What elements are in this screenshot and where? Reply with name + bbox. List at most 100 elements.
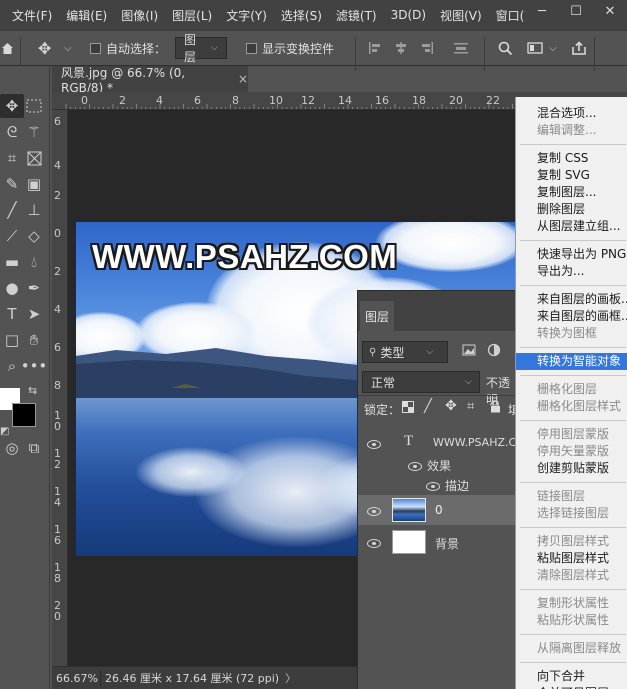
context-menu-item[interactable]: 混合选项... <box>516 105 627 122</box>
context-menu-item[interactable]: 转换为智能对象 <box>516 353 627 370</box>
path-select-icon[interactable]: ➤ <box>22 302 46 326</box>
more-tools-icon[interactable]: ••• <box>21 354 48 378</box>
context-menu-item[interactable]: 拷贝图层样式 <box>516 533 627 550</box>
visibility-eye-icon[interactable] <box>367 505 381 519</box>
hand-tool-icon[interactable]: ✋︎ <box>22 328 46 352</box>
context-menu-item[interactable]: 停用矢量蒙版 <box>516 443 627 460</box>
context-menu-item[interactable]: 栅格化图层 <box>516 381 627 398</box>
history-brush-icon[interactable]: ⟋ <box>0 224 24 248</box>
background-color-swatch[interactable] <box>12 403 36 427</box>
magic-wand-icon[interactable]: ⚚ <box>22 120 46 144</box>
lock-artboard-icon[interactable]: ⌗ <box>467 399 474 414</box>
context-menu-item[interactable]: 粘贴形状属性 <box>516 612 627 629</box>
swap-colors-icon[interactable]: ⇆ <box>28 384 37 397</box>
close-icon[interactable]: ✕ <box>593 0 627 22</box>
auto-select-target-dropdown[interactable]: 图层 ⌵ <box>175 33 227 64</box>
layer-effect-row[interactable]: 描边 <box>358 475 518 495</box>
visibility-eye-icon[interactable] <box>426 480 440 494</box>
tab-layers[interactable]: 图层 <box>360 301 394 331</box>
context-menu-item[interactable]: 编辑调整... <box>516 122 627 139</box>
menu-3d[interactable]: 3D(D) <box>384 8 433 22</box>
menu-filter[interactable]: 滤镜(T) <box>329 7 384 24</box>
auto-select-checkbox[interactable] <box>90 31 101 65</box>
menu-image[interactable]: 图像(I) <box>114 7 165 24</box>
context-menu-item[interactable]: 复制 SVG <box>516 167 627 184</box>
move-tool-icon[interactable]: ✥ <box>0 94 24 118</box>
lock-all-icon[interactable] <box>490 400 501 416</box>
context-menu-item[interactable]: 选择链接图层 <box>516 505 627 522</box>
layer-row[interactable]: 背景 <box>358 527 518 557</box>
visibility-eye-icon[interactable] <box>367 438 381 452</box>
ruler-vertical[interactable]: 6 4 2 0 2 4 6 8 1 0 1 2 1 4 1 6 1 8 2 0 <box>52 110 68 666</box>
align-center-icon[interactable] <box>394 31 408 65</box>
minimize-icon[interactable]: ─ <box>525 0 559 22</box>
move-tool-icon[interactable]: ✥ <box>38 31 51 65</box>
context-menu-item[interactable]: 复制 CSS <box>516 150 627 167</box>
blend-mode-dropdown[interactable]: 正常 ⌵ <box>362 371 480 393</box>
menu-edit[interactable]: 编辑(E) <box>59 7 114 24</box>
context-menu-item[interactable]: 快速导出为 PNG <box>516 246 627 263</box>
context-menu-item[interactable]: 清除图层样式 <box>516 567 627 584</box>
chevron-down-icon[interactable]: ⌵ <box>64 31 72 65</box>
layer-effects-row[interactable]: 效果 <box>358 455 518 475</box>
lock-brush-icon[interactable]: ╱ <box>424 399 432 414</box>
crop-tool-icon[interactable]: ⌗ <box>0 146 24 170</box>
distribute-icon[interactable] <box>453 31 469 65</box>
lock-transparent-icon[interactable] <box>402 401 414 416</box>
marquee-tool-icon[interactable] <box>22 94 46 118</box>
context-menu-item[interactable]: 从图层建立组... <box>516 218 627 235</box>
share-icon[interactable] <box>571 31 587 65</box>
context-menu-item[interactable]: 粘贴图层样式 <box>516 550 627 567</box>
lock-position-icon[interactable]: ✥ <box>445 398 457 414</box>
lasso-tool-icon[interactable]: ᘓ <box>0 120 24 144</box>
zoom-level[interactable]: 66.67% <box>52 672 100 685</box>
restore-icon[interactable]: ☐ <box>559 0 593 22</box>
screen-mode-icon[interactable]: ⧉ <box>22 436 46 460</box>
context-menu-item[interactable]: 复制图层... <box>516 184 627 201</box>
context-menu-item[interactable]: 链接图层 <box>516 488 627 505</box>
menu-view[interactable]: 视图(V) <box>433 7 489 24</box>
dodge-tool-icon[interactable]: ● <box>0 276 24 300</box>
context-menu-item[interactable]: 转换为图框 <box>516 325 627 342</box>
menu-type[interactable]: 文字(Y) <box>219 7 274 24</box>
menu-layer[interactable]: 图层(L) <box>165 7 219 24</box>
eraser-tool-icon[interactable]: ◇ <box>22 224 46 248</box>
blur-tool-icon[interactable]: 💧︎ <box>22 250 46 274</box>
visibility-eye-icon[interactable] <box>367 537 381 551</box>
filter-image-icon[interactable] <box>462 344 476 359</box>
context-menu-item[interactable]: 从隔离图层释放 <box>516 640 627 657</box>
visibility-eye-icon[interactable] <box>408 460 422 474</box>
document-tab[interactable]: 风景.jpg @ 66.7% (0, RGB/8) * × <box>52 66 248 95</box>
gradient-tool-icon[interactable]: ▬ <box>0 250 24 274</box>
search-icon[interactable] <box>498 31 513 65</box>
patch-tool-icon[interactable]: ▣ <box>22 172 46 196</box>
layer-row[interactable]: 0 <box>358 495 518 525</box>
eyedropper-icon[interactable]: ✎ <box>0 172 24 196</box>
context-menu-item[interactable]: 创建剪贴蒙版 <box>516 460 627 477</box>
stamp-tool-icon[interactable]: ⊥ <box>22 198 46 222</box>
context-menu-item[interactable]: 来自图层的画板... <box>516 291 627 308</box>
context-menu-item[interactable]: 合并可见图层 <box>516 685 627 689</box>
menu-file[interactable]: 文件(F) <box>0 7 59 24</box>
context-menu-item[interactable]: 复制形状属性 <box>516 595 627 612</box>
frame-tool-icon[interactable] <box>22 146 46 170</box>
pen-tool-icon[interactable]: ✒ <box>22 276 46 300</box>
close-tab-icon[interactable]: × <box>238 72 248 86</box>
context-menu-item[interactable]: 删除图层 <box>516 201 627 218</box>
type-tool-icon[interactable]: T <box>0 302 24 326</box>
chevron-down-icon[interactable]: ⌵ <box>549 31 557 65</box>
show-transform-checkbox[interactable] <box>246 31 257 65</box>
brush-tool-icon[interactable]: ╱ <box>0 198 24 222</box>
align-left-icon[interactable] <box>368 31 382 65</box>
status-menu-arrow[interactable]: 〉 <box>285 670 296 686</box>
context-menu-item[interactable]: 栅格化图层样式 <box>516 398 627 415</box>
workspace-icon[interactable] <box>527 31 543 65</box>
context-menu-item[interactable]: 向下合并 <box>516 668 627 685</box>
shape-tool-icon[interactable]: □ <box>0 328 24 352</box>
context-menu-item[interactable]: 导出为... <box>516 263 627 280</box>
home-icon[interactable] <box>0 31 14 65</box>
filter-adjustment-icon[interactable] <box>487 343 501 360</box>
menu-select[interactable]: 选择(S) <box>274 7 329 24</box>
layer-filter-dropdown[interactable]: ⚲ 类型 ⌵ <box>362 341 448 363</box>
context-menu-item[interactable]: 停用图层蒙版 <box>516 426 627 443</box>
